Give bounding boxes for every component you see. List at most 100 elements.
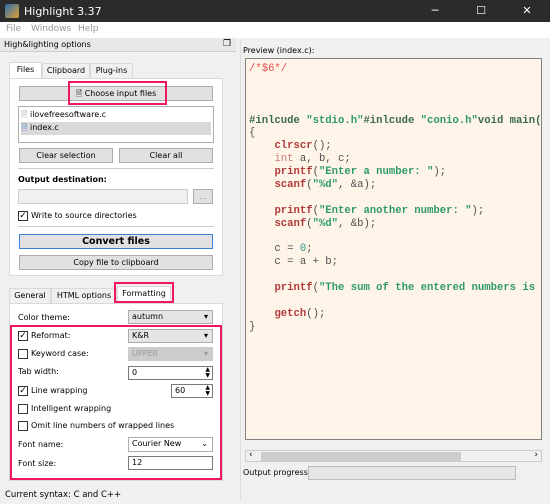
code-preview[interactable]: /*$6*/ #inlcude "stdio.h"#inlcude "conio.…: [245, 58, 542, 440]
line-wrapping-spinbox[interactable]: 60 ▲ ▼: [171, 384, 213, 398]
font-name-select[interactable]: Courier New ⌄: [128, 437, 213, 452]
code-token-fn: printf: [274, 166, 313, 179]
code-line: #inlcude "stdio.h"#inlcude "conio.h"void…: [249, 115, 541, 128]
code-line: c = 0;: [249, 243, 541, 256]
code-token-txt: c = a + b;: [249, 256, 339, 269]
tab-clipboard[interactable]: Clipboard: [42, 63, 90, 78]
tab-html-options[interactable]: HTML options: [51, 288, 117, 303]
keyword-case-select[interactable]: UPPER ▾: [128, 347, 213, 361]
minimize-button[interactable]: ─: [412, 0, 458, 22]
code-token-pre: #inlcude: [249, 114, 307, 127]
clear-selection-button[interactable]: Clear selection: [19, 148, 113, 163]
browse-button[interactable]: ...: [193, 189, 213, 204]
list-item-selected[interactable]: 🗎 index.c: [21, 122, 211, 135]
code-line: printf("Enter a number: ");: [249, 166, 541, 179]
intelligent-wrapping-checkbox[interactable]: [18, 404, 28, 414]
code-token-fn: scanf: [274, 179, 307, 192]
line-wrapping-label: Line wrapping: [31, 386, 88, 395]
code-line: {: [249, 127, 541, 140]
file-list[interactable]: 🗎 ilovefreesoftware.c 🗎 index.c: [18, 106, 214, 143]
code-line: scanf("%d", &a);: [249, 179, 541, 192]
tab-plugins[interactable]: Plug-ins: [90, 63, 133, 78]
reformat-select[interactable]: K&R ▾: [128, 329, 213, 343]
reformat-checkbox[interactable]: ✓: [18, 331, 28, 341]
horizontal-scrollbar[interactable]: ‹ ›: [245, 450, 542, 462]
dropdown-arrow-icon: ▾: [203, 312, 208, 321]
maximize-button[interactable]: ☐: [458, 0, 504, 22]
code-token-txt: , &b);: [338, 217, 377, 230]
font-size-label: Font size:: [18, 459, 57, 468]
code-token-fn: clrscr: [274, 140, 313, 153]
code-token-com: /*$6*/: [249, 63, 288, 75]
tab-general[interactable]: General: [9, 288, 51, 303]
code-token-pre: void main(): [477, 114, 542, 127]
divider: [18, 226, 214, 227]
color-theme-select[interactable]: autumn ▾: [128, 310, 213, 324]
write-source-label: Write to source directories: [31, 211, 137, 220]
code-line: printf("Enter another number: ");: [249, 205, 541, 218]
reformat-label: Reformat:: [31, 331, 71, 340]
menu-file[interactable]: File: [6, 24, 21, 34]
preview-label: Preview (index.c):: [243, 46, 315, 55]
divider: [18, 168, 214, 169]
spin-arrows-icon: ▲ ▼: [205, 384, 210, 397]
title-bar: Highlight 3.37 ─ ☐ ✕: [0, 0, 550, 22]
code-line: /*$6*/: [249, 63, 541, 76]
code-token-str: "conio.h": [420, 114, 478, 127]
code-line: c = a + b;: [249, 256, 541, 269]
output-progress-label: Output progress:: [243, 468, 311, 477]
app-icon: [5, 4, 19, 18]
scrollbar-thumb[interactable]: [261, 452, 461, 461]
tab-files[interactable]: Files: [9, 62, 42, 79]
dock-title: High&lighting options: [4, 40, 91, 49]
code-token-str: "stdio.h": [306, 114, 364, 127]
menu-windows[interactable]: Windows: [31, 24, 71, 34]
code-token-txt: ();: [312, 140, 332, 153]
code-line: clrscr();: [249, 140, 541, 153]
status-syntax: Current syntax: C and C++: [5, 490, 122, 500]
code-token-txt: {: [249, 127, 256, 140]
code-token-txt: c =: [249, 243, 300, 256]
output-destination-input[interactable]: [18, 189, 188, 204]
splitter[interactable]: [240, 40, 241, 500]
code-line: }: [249, 321, 541, 334]
code-token-str: "%d": [312, 179, 339, 192]
copy-clipboard-button[interactable]: Copy file to clipboard: [19, 255, 213, 270]
keyword-case-checkbox[interactable]: [18, 349, 28, 359]
code-line: int a, b, c;: [249, 153, 541, 166]
code-token-txt: ;: [306, 243, 313, 256]
highlight-box: [114, 282, 174, 303]
menu-help[interactable]: Help: [78, 24, 99, 34]
restore-icon[interactable]: ❐: [223, 39, 231, 49]
convert-files-button[interactable]: Convert files: [19, 234, 213, 249]
code-token-txt: ();: [306, 307, 326, 320]
code-token-fn: scanf: [274, 217, 307, 230]
font-size-input[interactable]: 12: [128, 456, 213, 470]
omit-line-numbers-checkbox[interactable]: [18, 421, 28, 431]
code-token-fn: printf: [274, 204, 313, 217]
list-item[interactable]: 🗎 ilovefreesoftware.c: [21, 109, 211, 122]
code-token-str: "%d": [312, 217, 339, 230]
tab-width-spinbox[interactable]: 0 ▲ ▼: [128, 366, 213, 380]
tab-width-label: Tab width:: [18, 367, 59, 376]
menu-bar: File Windows Help: [0, 22, 550, 38]
write-source-checkbox[interactable]: ✓: [18, 211, 28, 221]
code-token-str: "Enter a number: ": [318, 166, 434, 179]
chevron-down-icon: ⌄: [201, 439, 208, 448]
font-name-label: Font name:: [18, 440, 64, 449]
line-wrapping-checkbox[interactable]: ✓: [18, 386, 28, 396]
spin-arrows-icon: ▲ ▼: [205, 366, 210, 379]
dock-header: High&lighting options ❐: [0, 38, 236, 52]
code-line: scanf("%d", &b);: [249, 218, 541, 231]
clear-all-button[interactable]: Clear all: [119, 148, 213, 163]
close-button[interactable]: ✕: [504, 0, 550, 22]
window-title: Highlight 3.37: [24, 5, 102, 18]
